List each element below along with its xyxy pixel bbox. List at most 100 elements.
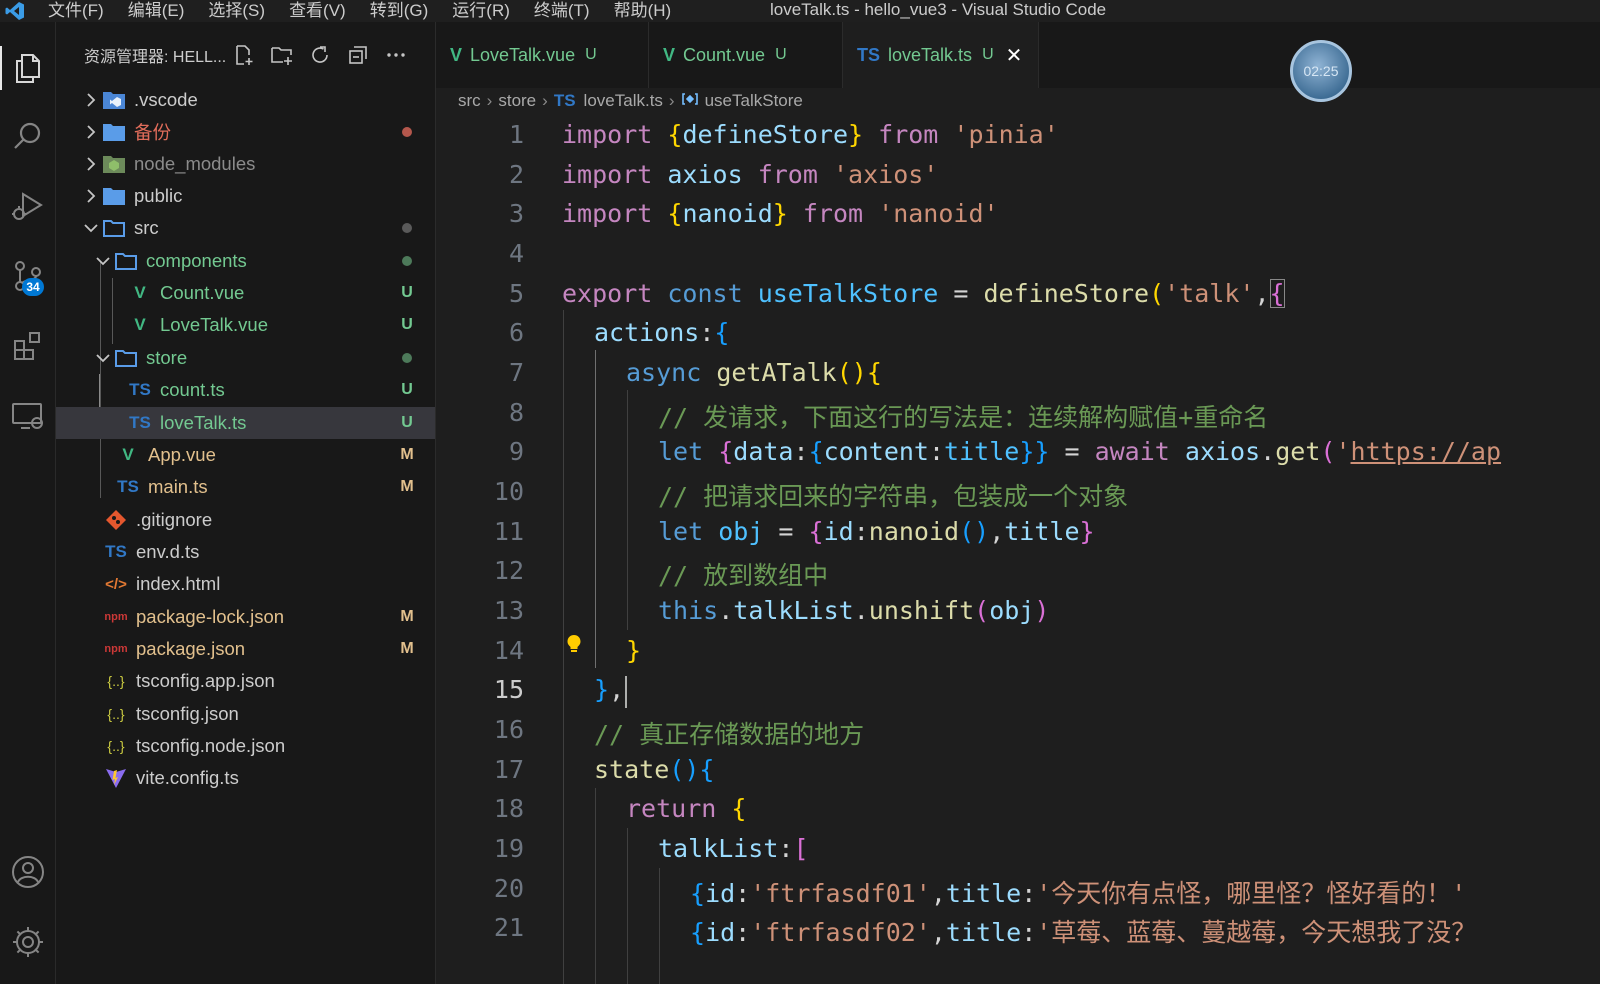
status-dot	[396, 353, 418, 363]
tree-item-vscode[interactable]: .vscode	[56, 84, 435, 116]
typescript-file-icon: TS	[117, 477, 139, 496]
json-file-icon: {..}	[107, 738, 125, 754]
chevron-down-icon	[94, 256, 112, 266]
tree-item-src[interactable]: src	[56, 212, 435, 244]
code-line-9: let {data:{content:title}} = await axios…	[658, 437, 1502, 466]
tree-item-tsconfig-app-json[interactable]: {..} tsconfig.app.json	[56, 665, 435, 697]
explorer-title: 资源管理器: HELL...	[84, 49, 227, 66]
line-number: 11	[493, 517, 524, 546]
source-control-icon[interactable]: 34	[0, 248, 56, 304]
breadcrumb-separator: ›	[542, 91, 548, 110]
tree-item-app-vue[interactable]: V App.vue M	[56, 439, 435, 471]
new-folder-icon[interactable]	[270, 43, 294, 67]
code-line-6: actions:{	[594, 318, 730, 347]
tree-item-store[interactable]: store	[56, 342, 435, 374]
tab-lovetalk-vue[interactable]: V LoveTalk.vue U	[436, 22, 649, 88]
typescript-file-icon: TS	[129, 413, 151, 432]
tab-lovetalk-ts[interactable]: TS loveTalk.ts U ✕	[843, 22, 1039, 88]
accounts-icon[interactable]	[0, 844, 56, 900]
line-number: 21	[493, 913, 524, 942]
tree-item-lovetalk-vue[interactable]: V LoveTalk.vue U	[56, 309, 435, 341]
search-icon[interactable]	[0, 108, 56, 164]
folder-open-icon	[112, 249, 140, 273]
typescript-file-icon: TS	[553, 91, 576, 110]
chevron-down-icon	[82, 223, 100, 233]
tree-item-tsconfig-node-json[interactable]: {..} tsconfig.node.json	[56, 730, 435, 762]
line-number: 18	[493, 794, 524, 823]
breadcrumb-file[interactable]: loveTalk.ts	[584, 91, 663, 111]
tree-item-package-json[interactable]: npm package.json M	[56, 633, 435, 665]
code-line-16: // 真正存储数据的地方	[594, 720, 865, 749]
menu-go[interactable]: 转到(G)	[370, 0, 429, 22]
breadcrumb-separator: ›	[486, 91, 493, 110]
breadcrumb-symbol[interactable]: useTalkStore	[705, 91, 803, 111]
lightbulb-icon[interactable]	[566, 634, 582, 658]
vue-file-icon: V	[450, 44, 463, 65]
line-number: 16	[493, 715, 524, 744]
indent-guide	[627, 390, 628, 630]
extensions-icon[interactable]	[0, 318, 56, 374]
tree-item-tsconfig-json[interactable]: {..} tsconfig.json	[56, 698, 435, 730]
code-line-8: // 发请求，下面这行的写法是：连续解构赋值+重命名	[658, 403, 1269, 432]
chevron-right-icon	[82, 157, 100, 171]
menu-terminal[interactable]: 终端(T)	[534, 0, 590, 22]
menu-run[interactable]: 运行(R)	[452, 0, 510, 22]
code-line-5: export const useTalkStore = defineStore(…	[562, 279, 1285, 308]
tree-item-lovetalk-ts[interactable]: TS loveTalk.ts U	[56, 407, 435, 439]
menu-file[interactable]: 文件(F)	[48, 0, 104, 22]
tree-item-backup[interactable]: 备份	[56, 116, 435, 148]
breadcrumb-src[interactable]: src	[458, 91, 481, 111]
collapse-all-icon[interactable]	[346, 43, 370, 67]
refresh-icon[interactable]	[308, 43, 332, 67]
remote-explorer-icon[interactable]	[0, 388, 56, 444]
explorer-icon[interactable]	[0, 40, 56, 96]
chevron-right-icon	[82, 93, 100, 107]
menu-edit[interactable]: 编辑(E)	[128, 0, 185, 22]
tab-status: U	[775, 46, 787, 63]
menu-view[interactable]: 查看(V)	[289, 0, 346, 22]
indent-guide	[627, 828, 628, 984]
line-number: 1	[508, 120, 524, 149]
run-debug-icon[interactable]	[0, 178, 56, 234]
tree-item-count-vue[interactable]: V Count.vue U	[56, 277, 435, 309]
code-editor[interactable]: 1 2 3 4 5 6 7 8 9 10 11 12 13 14 15 16 1…	[436, 114, 1600, 984]
tree-item-components[interactable]: components	[56, 245, 435, 277]
tree-item-count-ts[interactable]: TS count.ts U	[56, 374, 435, 406]
variable-symbol-icon	[681, 91, 699, 111]
more-actions-icon[interactable]	[384, 43, 408, 67]
chevron-down-icon	[94, 353, 112, 363]
tab-label: Count.vue	[683, 44, 766, 65]
tree-item-env-d-ts[interactable]: TS env.d.ts	[56, 536, 435, 568]
folder-vscode-icon	[100, 88, 128, 112]
line-number: 19	[493, 834, 524, 863]
breadcrumb-store[interactable]: store	[498, 91, 536, 111]
tree-item-node-modules[interactable]: node_modules	[56, 148, 435, 180]
code-line-12: // 放到数组中	[658, 561, 829, 590]
line-number: 9	[508, 437, 524, 466]
tree-item-vite-config-ts[interactable]: vite.config.ts	[56, 762, 435, 794]
editor-tabs: V LoveTalk.vue U V Count.vue U TS loveTa…	[436, 22, 1600, 88]
status-dot	[396, 127, 418, 137]
tab-count-vue[interactable]: V Count.vue U	[649, 22, 843, 88]
close-tab-icon[interactable]: ✕	[1006, 43, 1023, 68]
settings-gear-icon[interactable]	[0, 914, 56, 970]
tree-item-index-html[interactable]: </> index.html	[56, 568, 435, 600]
chevron-right-icon	[82, 189, 100, 203]
tree-item-gitignore[interactable]: .gitignore	[56, 504, 435, 536]
explorer-panel: 资源管理器: HELL... .vscode 备份 node_modules p…	[56, 22, 436, 984]
tree-item-main-ts[interactable]: TS main.ts M	[56, 471, 435, 503]
code-line-17: state(){	[594, 755, 715, 784]
menu-help[interactable]: 帮助(H)	[614, 0, 672, 22]
folder-icon	[100, 120, 128, 144]
window-title: loveTalk.ts - hello_vue3 - Visual Studio…	[770, 0, 1107, 19]
line-number: 7	[508, 358, 524, 387]
code-line-10: // 把请求回来的字符串，包装成一个对象	[658, 482, 1129, 511]
menu-selection[interactable]: 选择(S)	[208, 0, 265, 22]
vue-file-icon: V	[134, 283, 146, 302]
line-number: 20	[493, 874, 524, 903]
new-file-icon[interactable]	[232, 43, 256, 67]
indent-guide	[563, 310, 564, 984]
tree-item-public[interactable]: public	[56, 180, 435, 212]
title-bar: 文件(F) 编辑(E) 选择(S) 查看(V) 转到(G) 运行(R) 终端(T…	[0, 0, 1600, 22]
tree-item-package-lock-json[interactable]: npm package-lock.json M	[56, 601, 435, 633]
